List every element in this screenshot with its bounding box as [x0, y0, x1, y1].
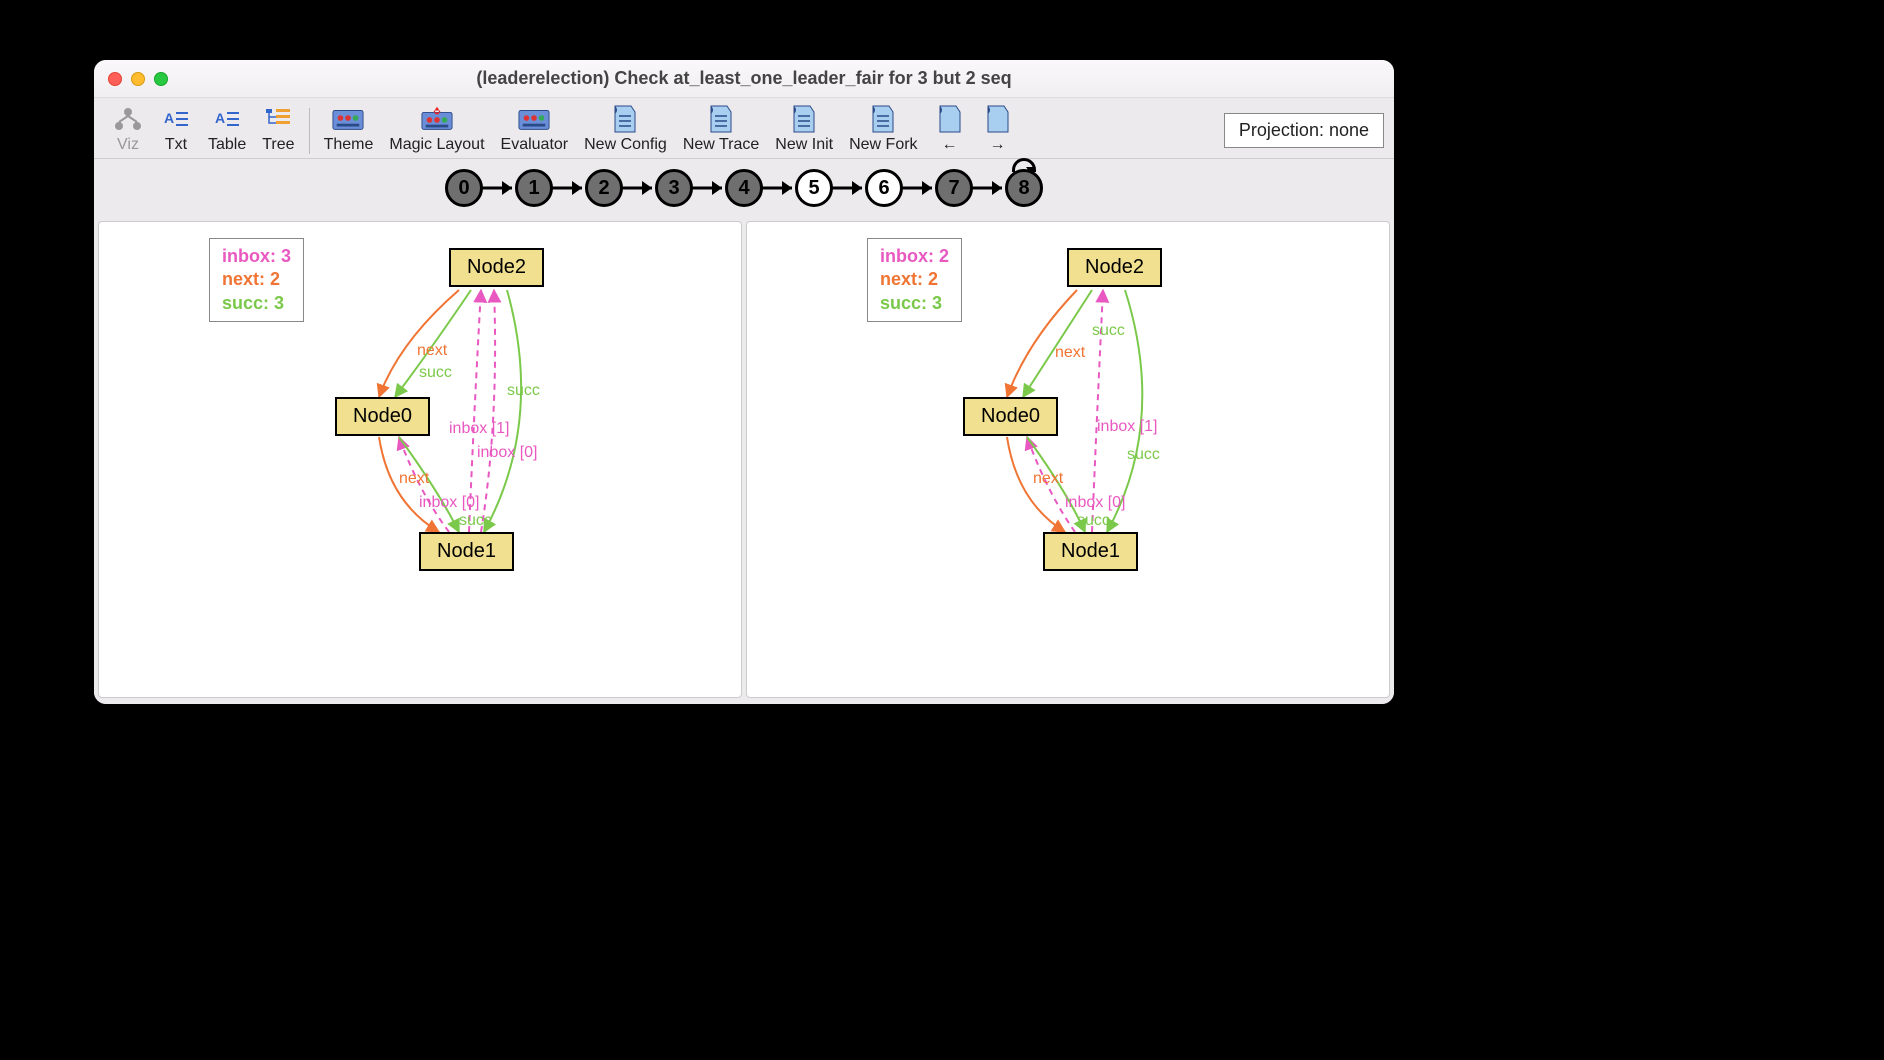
tree-icon — [262, 106, 294, 132]
app-window: (leaderelection) Check at_least_one_lead… — [94, 60, 1394, 704]
new-init-button[interactable]: New Init — [767, 106, 841, 154]
legend-succ-r: succ: 3 — [880, 292, 949, 315]
edge-succ-01: succ — [459, 512, 492, 530]
legend-inbox-r: inbox: 2 — [880, 245, 949, 268]
maximize-icon[interactable] — [154, 72, 168, 86]
edge-inbox0b: inbox [0] — [419, 494, 479, 512]
minimize-icon[interactable] — [131, 72, 145, 86]
new-config-label: New Config — [584, 136, 667, 154]
separator — [309, 108, 310, 154]
window-controls — [108, 72, 168, 86]
edge-succ-20: succ — [419, 364, 452, 382]
prev-icon — [934, 106, 966, 132]
window-title: (leaderelection) Check at_least_one_lead… — [94, 68, 1394, 89]
magic-layout-icon — [421, 106, 453, 132]
next-button[interactable]: → — [974, 106, 1022, 154]
theme-icon — [332, 106, 364, 132]
state-6[interactable]: 6 — [865, 169, 903, 207]
legend-left: inbox: 3 next: 2 succ: 3 — [209, 238, 304, 322]
node1-right[interactable]: Node1 — [1043, 532, 1138, 571]
edges-right — [747, 222, 1389, 697]
new-fork-button[interactable]: New Fork — [841, 106, 925, 154]
magic-layout-button[interactable]: Magic Layout — [381, 106, 492, 154]
close-icon[interactable] — [108, 72, 122, 86]
next-label: → — [990, 136, 1006, 154]
edge-inbox1-r: inbox [1] — [1097, 418, 1157, 436]
new-trace-label: New Trace — [683, 136, 759, 154]
state-1[interactable]: 1 — [515, 169, 553, 207]
projection-label: Projection: none — [1239, 120, 1369, 140]
new-init-label: New Init — [775, 136, 833, 154]
evaluator-button[interactable]: Evaluator — [493, 106, 577, 154]
edge-succ-21: succ — [507, 382, 540, 400]
legend-succ: succ: 3 — [222, 292, 291, 315]
state-7[interactable]: 7 — [935, 169, 973, 207]
txt-button[interactable]: A Txt — [152, 106, 200, 154]
legend-right: inbox: 2 next: 2 succ: 3 — [867, 238, 962, 322]
node2-left[interactable]: Node2 — [449, 248, 544, 287]
magic-layout-label: Magic Layout — [389, 136, 484, 154]
node0-left[interactable]: Node0 — [335, 397, 430, 436]
titlebar: (leaderelection) Check at_least_one_lead… — [94, 60, 1394, 98]
new-fork-icon — [867, 106, 899, 132]
left-pane[interactable]: inbox: 3 next: 2 succ: 3 — [98, 221, 742, 698]
viz-label: Viz — [117, 136, 139, 154]
legend-next-r: next: 2 — [880, 268, 949, 291]
state-5[interactable]: 5 — [795, 169, 833, 207]
svg-text:A: A — [215, 110, 225, 126]
panes: inbox: 3 next: 2 succ: 3 — [94, 221, 1394, 704]
node2-right[interactable]: Node2 — [1067, 248, 1162, 287]
new-config-button[interactable]: New Config — [576, 106, 675, 154]
state-3[interactable]: 3 — [655, 169, 693, 207]
node1-left[interactable]: Node1 — [419, 532, 514, 571]
state-4[interactable]: 4 — [725, 169, 763, 207]
theme-button[interactable]: Theme — [316, 106, 382, 154]
edge-succ-21-r: succ — [1127, 446, 1160, 464]
right-pane[interactable]: inbox: 2 next: 2 succ: 3 Node2 — [746, 221, 1390, 698]
state-8[interactable]: 8 — [1005, 169, 1043, 207]
state-2[interactable]: 2 — [585, 169, 623, 207]
new-trace-icon — [705, 106, 737, 132]
theme-label: Theme — [324, 136, 374, 154]
evaluator-icon — [518, 106, 550, 132]
prev-label: ← — [942, 136, 958, 154]
projection-selector[interactable]: Projection: none — [1224, 113, 1384, 148]
txt-label: Txt — [165, 136, 187, 154]
new-config-icon — [609, 106, 641, 132]
table-label: Table — [208, 136, 246, 154]
edge-next-01: next — [399, 470, 429, 488]
evaluator-label: Evaluator — [501, 136, 569, 154]
prev-button[interactable]: ← — [926, 106, 974, 154]
svg-text:A: A — [164, 110, 174, 126]
edges-left — [99, 222, 741, 697]
new-init-icon — [788, 106, 820, 132]
next-icon — [982, 106, 1014, 132]
edge-next-20-r: next — [1055, 344, 1085, 362]
loop-icon — [1012, 158, 1036, 172]
toolbar: Viz A Txt A Table Tree Theme — [94, 98, 1394, 159]
legend-inbox: inbox: 3 — [222, 245, 291, 268]
viz-icon — [112, 106, 144, 132]
tree-label: Tree — [262, 136, 294, 154]
table-icon: A — [211, 106, 243, 132]
new-fork-label: New Fork — [849, 136, 917, 154]
edge-next-01-r: next — [1033, 470, 1063, 488]
new-trace-button[interactable]: New Trace — [675, 106, 767, 154]
edge-succ-top-r: succ — [1092, 322, 1125, 340]
edge-inbox1: inbox [1] — [449, 420, 509, 438]
node0-right[interactable]: Node0 — [963, 397, 1058, 436]
trace-strip: 0 1 2 3 4 5 6 7 8 — [94, 159, 1394, 221]
tree-button[interactable]: Tree — [254, 106, 302, 154]
table-button[interactable]: A Table — [200, 106, 254, 154]
edge-inbox0-r: inbox [0] — [1065, 494, 1125, 512]
edge-next-20: next — [417, 342, 447, 360]
state-0[interactable]: 0 — [445, 169, 483, 207]
legend-next: next: 2 — [222, 268, 291, 291]
viz-button[interactable]: Viz — [104, 106, 152, 154]
edge-succ-01-r: succ — [1077, 512, 1110, 530]
txt-icon: A — [160, 106, 192, 132]
edge-inbox0a: inbox [0] — [477, 444, 537, 462]
